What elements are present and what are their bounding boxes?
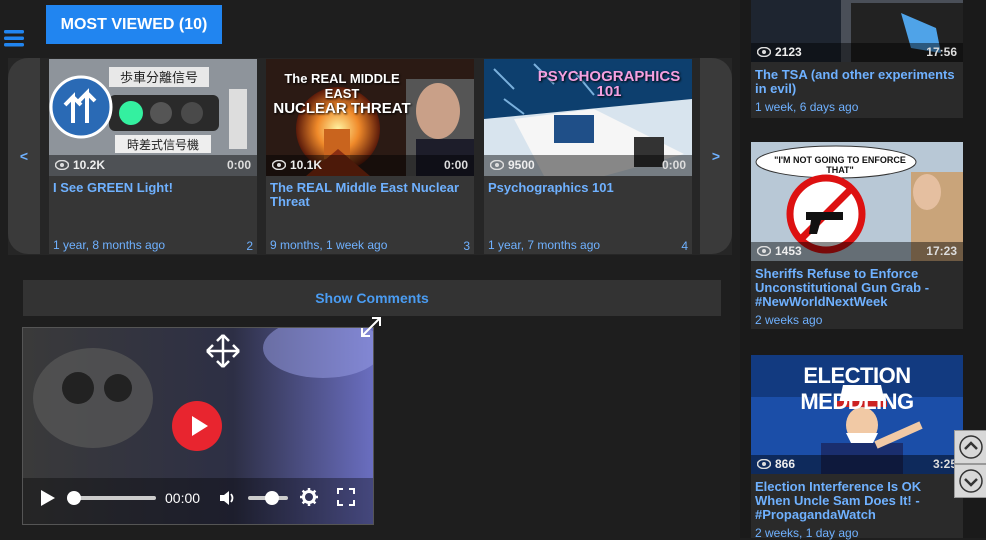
video-title-link[interactable]: The TSA (and other experiments in evil) <box>755 68 955 96</box>
video-date: 1 year, 8 months ago <box>53 238 166 252</box>
video-date: 2 weeks ago <box>755 313 823 327</box>
video-title-link[interactable]: Psychographics 101 <box>488 181 688 195</box>
volume-icon[interactable] <box>218 489 238 507</box>
video-rank: 2 <box>246 239 253 253</box>
video-title-link[interactable]: Sheriffs Refuse to Enforce Unconstitutio… <box>755 267 955 309</box>
thumbnail-caption-line: The REAL MIDDLE EAST <box>284 71 400 101</box>
scroll-down-button[interactable] <box>954 464 986 498</box>
view-count-value: 866 <box>775 457 796 471</box>
video-title-link[interactable]: I See GREEN Light! <box>53 181 253 195</box>
view-count-value: 10.1K <box>290 158 323 172</box>
resize-icon[interactable] <box>358 314 384 340</box>
thumbnail-caption: The REAL MIDDLE EAST NUCLEAR THREAT <box>272 71 412 116</box>
video-duration: 0:00 <box>661 158 686 172</box>
thumbnail-caption: PSYCHOGRAPHICS 101 <box>524 69 692 99</box>
carousel-prev-button[interactable]: < <box>8 58 40 254</box>
progress-bar[interactable] <box>67 491 156 505</box>
eye-icon <box>272 160 286 170</box>
volume-knob[interactable] <box>265 491 279 505</box>
show-comments-button[interactable]: Show Comments <box>23 280 721 316</box>
video-date: 9 months, 1 week ago <box>270 238 388 252</box>
svg-text:歩車分離信号: 歩車分離信号 <box>120 71 198 86</box>
video-rank: 4 <box>681 239 688 253</box>
video-duration: 0:00 <box>443 158 468 172</box>
eye-icon <box>55 160 69 170</box>
video-rank: 3 <box>463 239 470 253</box>
video-duration: 17:23 <box>926 244 957 258</box>
play-icon[interactable] <box>39 488 57 508</box>
video-duration: 17:56 <box>926 45 957 59</box>
most-viewed-button[interactable]: MOST VIEWED (10) <box>46 5 222 44</box>
view-count: 866 <box>757 457 795 471</box>
carousel-card[interactable]: 歩車分離信号 時差式信号機 10.2K 0:00 I See GREEN Lig… <box>49 59 257 254</box>
settings-gear-icon[interactable] <box>300 488 318 506</box>
video-duration: 0:00 <box>226 158 251 172</box>
view-count-value: 9500 <box>508 158 535 172</box>
sidebar-video-item[interactable]: ELECTION MEDDLING 866 3:25 Election Inte… <box>751 355 963 540</box>
big-play-button[interactable] <box>172 401 222 451</box>
view-count: 1453 <box>757 244 802 258</box>
thumbnail-caption-line: NUCLEAR THREAT <box>273 100 411 117</box>
thumbnail-caption: "I'M NOT GOING TO ENFORCE THAT" <box>774 155 906 175</box>
view-count: 10.2K <box>55 158 105 172</box>
video-date: 1 year, 7 months ago <box>488 238 601 252</box>
view-count: 10.1K <box>272 158 322 172</box>
video-carousel: < 歩車分離信号 時差式信号機 10.2K 0:00 I See GREEN L… <box>8 58 732 255</box>
move-icon[interactable] <box>203 331 243 371</box>
eye-icon <box>757 47 771 57</box>
view-count-value: 1453 <box>775 244 802 258</box>
view-count-value: 2123 <box>775 45 802 59</box>
play-icon <box>192 416 208 436</box>
eye-icon <box>490 160 504 170</box>
carousel-card[interactable]: PSYCHOGRAPHICS 101 9500 0:00 Psychograph… <box>484 59 692 254</box>
carousel-next-button[interactable]: > <box>700 58 732 254</box>
scroll-up-button[interactable] <box>954 430 986 464</box>
thumbnail-caption-line: 101 <box>596 83 622 100</box>
eye-icon <box>757 246 771 256</box>
eye-icon <box>757 459 771 469</box>
video-date: 1 week, 6 days ago <box>755 100 859 114</box>
video-title-link[interactable]: Election Interference Is OK When Uncle S… <box>755 480 955 522</box>
view-count-value: 10.2K <box>73 158 106 172</box>
chevron-up-icon <box>959 435 983 459</box>
thumbnail-caption: ELECTION MEDDLING <box>800 363 914 414</box>
chevron-down-icon <box>959 469 983 493</box>
sidebar-video-item[interactable]: "I'M NOT GOING TO ENFORCE THAT" 1453 17:… <box>751 142 963 329</box>
view-count: 2123 <box>757 45 802 59</box>
sidebar-video-item[interactable]: 2123 17:56 The TSA (and other experiment… <box>751 0 963 118</box>
volume-slider[interactable] <box>248 491 288 505</box>
svg-text:時差式信号機: 時差式信号機 <box>127 137 199 152</box>
thumbnail-caption-line: PSYCHOGRAPHICS <box>537 68 681 85</box>
progress-knob[interactable] <box>67 491 81 505</box>
time-display: 00:00 <box>165 490 201 506</box>
menu-icon[interactable] <box>4 28 26 48</box>
view-count: 9500 <box>490 158 535 172</box>
video-title-link[interactable]: The REAL Middle East Nuclear Threat <box>270 181 470 209</box>
fullscreen-icon[interactable] <box>337 488 355 506</box>
carousel-card[interactable]: The REAL MIDDLE EAST NUCLEAR THREAT 10.1… <box>266 59 474 254</box>
